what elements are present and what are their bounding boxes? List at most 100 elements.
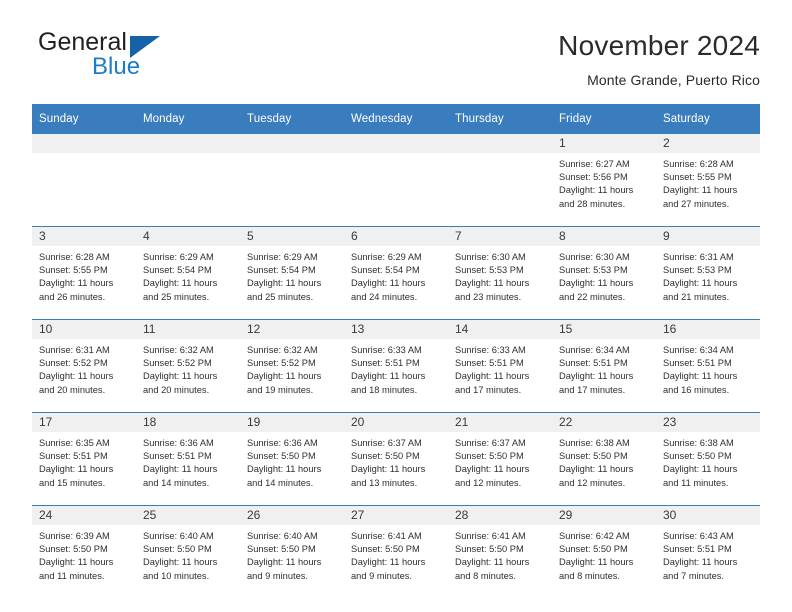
daylight-text: Daylight: 11 hours and 13 minutes. [351,464,426,488]
calendar-day-cell[interactable]: 2 Sunrise: 6:28 AM Sunset: 5:55 PM Daylight… [656,134,760,227]
calendar-day-cell[interactable]: 8 Sunrise: 6:30 AM Sunset: 5:53 PM Daylight… [552,226,656,320]
calendar-body: 1 Sunrise: 6:27 AM Sunset: 5:56 PM Daylight… [32,134,760,598]
calendar-day-cell[interactable]: 6 Sunrise: 6:29 AM Sunset: 5:54 PM Daylight… [344,226,448,320]
day-number: 20 [344,413,448,432]
calendar-day-cell[interactable]: 5 Sunrise: 6:29 AM Sunset: 5:54 PM Daylight… [240,226,344,320]
daylight-text: Daylight: 11 hours and 20 minutes. [143,371,218,395]
sunset-text: Sunset: 5:51 PM [143,451,212,462]
sunset-text: Sunset: 5:56 PM [559,172,628,183]
calendar-day-cell[interactable]: 14 Sunrise: 6:33 AM Sunset: 5:51 PM Dayligh… [448,319,552,413]
day-cell-inner: 12 Sunrise: 6:32 AM Sunset: 5:52 PM Dayligh… [240,320,344,412]
day-cell-inner: 9 Sunrise: 6:31 AM Sunset: 5:53 PM Daylight… [656,227,760,319]
calendar-day-cell[interactable]: 3 Sunrise: 6:28 AM Sunset: 5:55 PM Daylight… [32,226,136,320]
day-sun-info: Sunrise: 6:32 AM Sunset: 5:52 PM Daylight:… [240,339,344,397]
day-cell-inner: 15 Sunrise: 6:34 AM Sunset: 5:51 PM Dayligh… [552,320,656,412]
sunset-text: Sunset: 5:51 PM [663,358,732,369]
daylight-text: Daylight: 11 hours and 12 minutes. [559,464,634,488]
calendar-day-cell[interactable]: 26 Sunrise: 6:40 AM Sunset: 5:50 PM Dayligh… [240,505,344,598]
day-number: 26 [240,506,344,525]
day-sun-info: Sunrise: 6:33 AM Sunset: 5:51 PM Daylight:… [448,339,552,397]
general-blue-logo[interactable]: General Blue [32,28,232,86]
calendar-day-cell[interactable]: 1 Sunrise: 6:27 AM Sunset: 5:56 PM Daylight… [552,134,656,227]
day-number: 18 [136,413,240,432]
calendar-day-cell[interactable]: 23 Sunrise: 6:38 AM Sunset: 5:50 PM Dayligh… [656,412,760,506]
location-subtitle: Monte Grande, Puerto Rico [587,72,760,89]
sunrise-text: Sunrise: 6:31 AM [39,345,110,355]
calendar-day-cell[interactable]: 15 Sunrise: 6:34 AM Sunset: 5:51 PM Dayligh… [552,319,656,413]
day-sun-info: Sunrise: 6:38 AM Sunset: 5:50 PM Daylight:… [656,432,760,490]
sunset-text: Sunset: 5:50 PM [559,544,628,555]
calendar-day-cell[interactable]: 17 Sunrise: 6:35 AM Sunset: 5:51 PM Dayligh… [32,412,136,506]
day-number [344,134,448,153]
sunrise-text: Sunrise: 6:29 AM [247,252,318,262]
sunset-text: Sunset: 5:50 PM [559,451,628,462]
sunset-text: Sunset: 5:50 PM [351,544,420,555]
sunset-text: Sunset: 5:52 PM [39,358,108,369]
calendar-day-cell[interactable]: 21 Sunrise: 6:37 AM Sunset: 5:50 PM Dayligh… [448,412,552,506]
day-cell-inner: 28 Sunrise: 6:41 AM Sunset: 5:50 PM Dayligh… [448,506,552,598]
weekday-header-wednesday: Wednesday [344,104,448,134]
sunset-text: Sunset: 5:52 PM [143,358,212,369]
calendar-day-cell[interactable]: 20 Sunrise: 6:37 AM Sunset: 5:50 PM Dayligh… [344,412,448,506]
calendar-day-cell[interactable]: 27 Sunrise: 6:41 AM Sunset: 5:50 PM Dayligh… [344,505,448,598]
sunrise-text: Sunrise: 6:30 AM [559,252,630,262]
calendar-day-cell[interactable]: 22 Sunrise: 6:38 AM Sunset: 5:50 PM Dayligh… [552,412,656,506]
sunset-text: Sunset: 5:54 PM [143,265,212,276]
calendar-day-cell[interactable] [240,134,344,227]
weekday-header-tuesday: Tuesday [240,104,344,134]
calendar-day-cell[interactable]: 29 Sunrise: 6:42 AM Sunset: 5:50 PM Dayligh… [552,505,656,598]
title-block: November 2024 Monte Grande, Puerto Rico [558,28,760,88]
day-sun-info: Sunrise: 6:38 AM Sunset: 5:50 PM Daylight:… [552,432,656,490]
day-sun-info: Sunrise: 6:35 AM Sunset: 5:51 PM Daylight:… [32,432,136,490]
day-cell-inner: 10 Sunrise: 6:31 AM Sunset: 5:52 PM Dayligh… [32,320,136,412]
sunset-text: Sunset: 5:52 PM [247,358,316,369]
day-number: 5 [240,227,344,246]
weekday-header-monday: Monday [136,104,240,134]
daylight-text: Daylight: 11 hours and 17 minutes. [455,371,530,395]
day-number: 25 [136,506,240,525]
daylight-text: Daylight: 11 hours and 26 minutes. [39,278,114,302]
calendar-day-cell[interactable]: 12 Sunrise: 6:32 AM Sunset: 5:52 PM Dayligh… [240,319,344,413]
calendar-day-cell[interactable] [448,134,552,227]
calendar-day-cell[interactable]: 10 Sunrise: 6:31 AM Sunset: 5:52 PM Dayligh… [32,319,136,413]
calendar-day-cell[interactable]: 9 Sunrise: 6:31 AM Sunset: 5:53 PM Daylight… [656,226,760,320]
sunrise-text: Sunrise: 6:37 AM [351,438,422,448]
day-cell-inner: 6 Sunrise: 6:29 AM Sunset: 5:54 PM Daylight… [344,227,448,319]
sunrise-text: Sunrise: 6:38 AM [663,438,734,448]
day-sun-info: Sunrise: 6:34 AM Sunset: 5:51 PM Daylight:… [552,339,656,397]
daylight-text: Daylight: 11 hours and 8 minutes. [455,557,530,581]
calendar-day-cell[interactable]: 16 Sunrise: 6:34 AM Sunset: 5:51 PM Dayligh… [656,319,760,413]
day-sun-info: Sunrise: 6:31 AM Sunset: 5:53 PM Daylight:… [656,246,760,304]
calendar-day-cell[interactable]: 28 Sunrise: 6:41 AM Sunset: 5:50 PM Dayligh… [448,505,552,598]
day-cell-inner: 19 Sunrise: 6:36 AM Sunset: 5:50 PM Dayligh… [240,413,344,505]
calendar-day-cell[interactable] [32,134,136,227]
calendar-day-cell[interactable]: 11 Sunrise: 6:32 AM Sunset: 5:52 PM Dayligh… [136,319,240,413]
day-number: 24 [32,506,136,525]
day-cell-inner: 20 Sunrise: 6:37 AM Sunset: 5:50 PM Dayligh… [344,413,448,505]
calendar-day-cell[interactable]: 4 Sunrise: 6:29 AM Sunset: 5:54 PM Daylight… [136,226,240,320]
sunrise-text: Sunrise: 6:34 AM [559,345,630,355]
calendar-page: General Blue November 2024 Monte Grande,… [0,0,792,612]
day-number: 14 [448,320,552,339]
daylight-text: Daylight: 11 hours and 7 minutes. [663,557,738,581]
calendar-day-cell[interactable] [136,134,240,227]
calendar-day-cell[interactable]: 25 Sunrise: 6:40 AM Sunset: 5:50 PM Dayligh… [136,505,240,598]
day-cell-inner: 30 Sunrise: 6:43 AM Sunset: 5:51 PM Dayligh… [656,506,760,598]
day-cell-inner: 13 Sunrise: 6:33 AM Sunset: 5:51 PM Dayligh… [344,320,448,412]
calendar-day-cell[interactable] [344,134,448,227]
sunset-text: Sunset: 5:55 PM [663,172,732,183]
calendar-day-cell[interactable]: 18 Sunrise: 6:36 AM Sunset: 5:51 PM Dayligh… [136,412,240,506]
calendar-day-cell[interactable]: 19 Sunrise: 6:36 AM Sunset: 5:50 PM Dayligh… [240,412,344,506]
calendar-day-cell[interactable]: 13 Sunrise: 6:33 AM Sunset: 5:51 PM Dayligh… [344,319,448,413]
day-number: 28 [448,506,552,525]
day-sun-info: Sunrise: 6:34 AM Sunset: 5:51 PM Daylight:… [656,339,760,397]
daylight-text: Daylight: 11 hours and 21 minutes. [663,278,738,302]
calendar-day-cell[interactable]: 7 Sunrise: 6:30 AM Sunset: 5:53 PM Daylight… [448,226,552,320]
day-number: 19 [240,413,344,432]
daylight-text: Daylight: 11 hours and 20 minutes. [39,371,114,395]
day-sun-info: Sunrise: 6:36 AM Sunset: 5:50 PM Daylight:… [240,432,344,490]
calendar-day-cell[interactable]: 24 Sunrise: 6:39 AM Sunset: 5:50 PM Dayligh… [32,505,136,598]
day-sun-info: Sunrise: 6:33 AM Sunset: 5:51 PM Daylight:… [344,339,448,397]
sunrise-text: Sunrise: 6:30 AM [455,252,526,262]
calendar-day-cell[interactable]: 30 Sunrise: 6:43 AM Sunset: 5:51 PM Dayligh… [656,505,760,598]
